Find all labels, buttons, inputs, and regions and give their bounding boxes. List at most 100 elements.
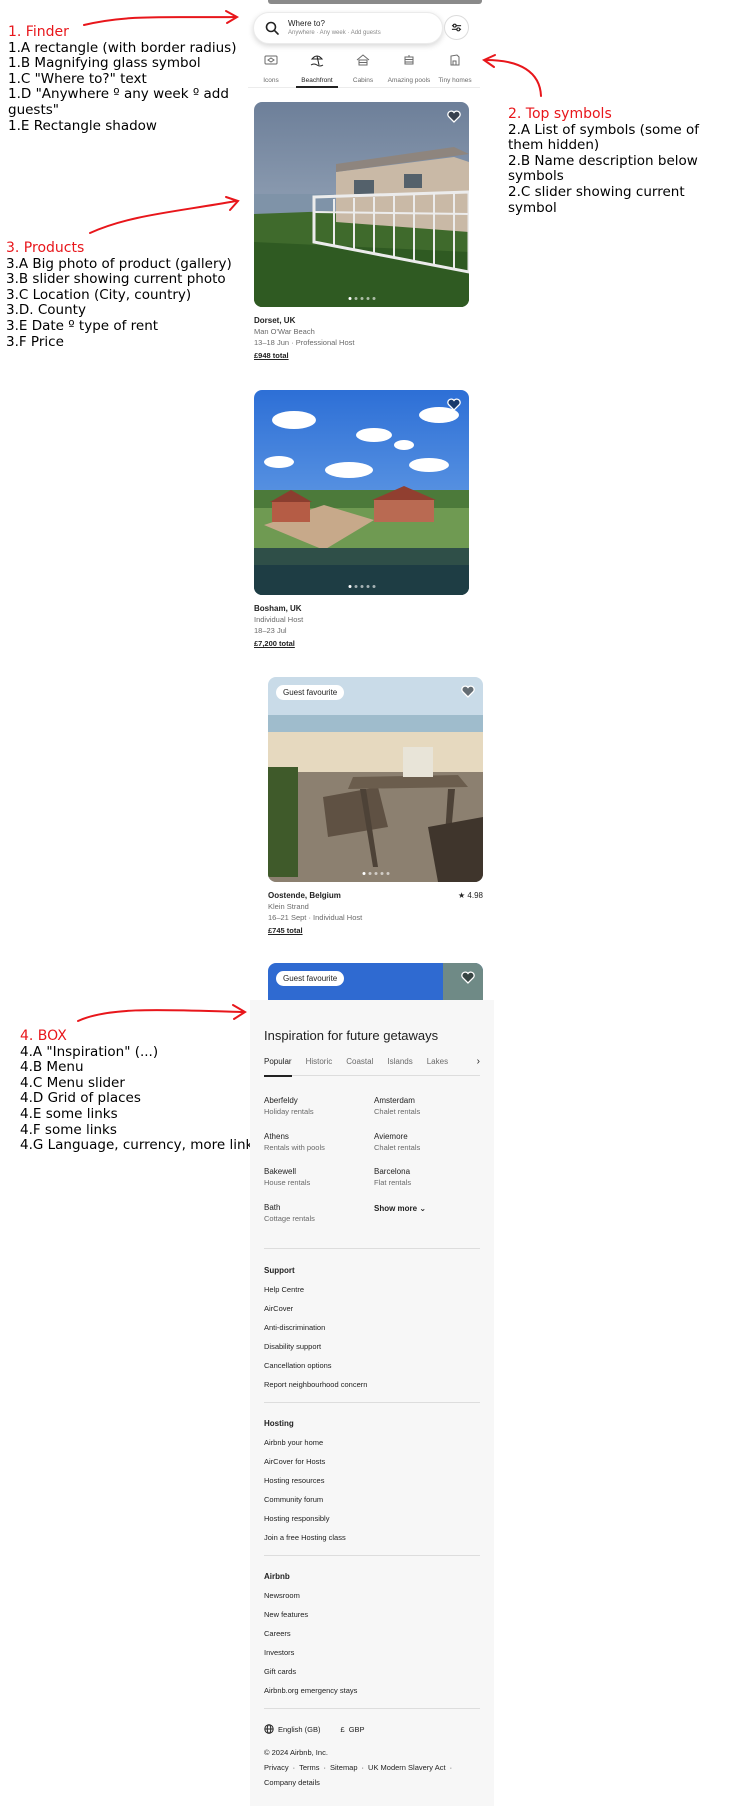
modern-slavery-link[interactable]: UK Modern Slavery Act bbox=[368, 1763, 446, 1772]
place-item[interactable]: Bakewell House rentals bbox=[264, 1167, 364, 1187]
listing-photo[interactable]: Guest favourite bbox=[268, 677, 483, 882]
tab-coastal[interactable]: Coastal bbox=[346, 1056, 373, 1076]
footer-link[interactable]: Gift cards bbox=[264, 1667, 296, 1676]
tab-lakes[interactable]: Lakes bbox=[427, 1056, 448, 1076]
company-details-link[interactable]: Company details bbox=[264, 1778, 320, 1787]
footer-link[interactable]: AirCover for Hosts bbox=[264, 1457, 325, 1466]
icons-icon bbox=[264, 55, 278, 65]
annotation-box: 4. BOX 4.A "Inspiration" (...) 4.B Menu … bbox=[20, 1028, 265, 1154]
footer-link[interactable]: Airbnb.org emergency stays bbox=[264, 1686, 357, 1695]
place-name: Amsterdam bbox=[374, 1096, 415, 1105]
footer-link[interactable]: Disability support bbox=[264, 1342, 321, 1351]
listing-photo[interactable] bbox=[254, 390, 469, 595]
place-item[interactable]: Barcelona Flat rentals bbox=[374, 1167, 474, 1187]
filters-button[interactable] bbox=[444, 15, 469, 40]
footer-link[interactable]: Join a free Hosting class bbox=[264, 1533, 346, 1542]
tab-historic[interactable]: Historic bbox=[306, 1056, 333, 1076]
annotation-item: 3.B slider showing current photo bbox=[6, 271, 226, 288]
search-bar[interactable]: Where to? Anywhere · Any week · Add gues… bbox=[253, 12, 443, 44]
footer-link[interactable]: Report neighbourhood concern bbox=[264, 1380, 367, 1389]
listing-price[interactable]: £7,200 total bbox=[254, 639, 469, 648]
listing-card[interactable]: Bosham, UK Individual Host 18–23 Jul £7,… bbox=[254, 390, 469, 648]
listing-dates: 13–18 Jun · Professional Host bbox=[254, 338, 355, 347]
arrow-symbols-head bbox=[481, 54, 496, 68]
listing-location: Dorset, UK bbox=[254, 316, 296, 325]
footer-link[interactable]: Community forum bbox=[264, 1495, 323, 1504]
heart-icon[interactable] bbox=[461, 685, 475, 698]
annotation-products: 3. Products 3.A Big photo of product (ga… bbox=[6, 240, 246, 350]
divider bbox=[264, 1402, 480, 1403]
place-item[interactable]: Bath Cottage rentals bbox=[264, 1203, 364, 1223]
footer-link[interactable]: Cancellation options bbox=[264, 1361, 332, 1370]
listing-price[interactable]: £745 total bbox=[268, 926, 483, 935]
privacy-link[interactable]: Privacy bbox=[264, 1763, 289, 1772]
footer-link[interactable]: Hosting resources bbox=[264, 1476, 324, 1485]
hosting-section: Hosting Airbnb your home AirCover for Ho… bbox=[264, 1419, 480, 1542]
listing-card[interactable]: Dorset, UK Man O'War Beach 13–18 Jun · P… bbox=[254, 102, 469, 360]
arrow-products-head bbox=[225, 196, 240, 211]
listing-photo[interactable] bbox=[254, 102, 469, 307]
place-type: Chalet rentals bbox=[374, 1143, 421, 1152]
footer-link[interactable]: Investors bbox=[264, 1648, 294, 1657]
place-type: Cottage rentals bbox=[264, 1214, 315, 1223]
category-tiny-homes[interactable]: Tiny homes bbox=[432, 50, 478, 87]
footer-link[interactable]: Help Centre bbox=[264, 1285, 304, 1294]
footer-link[interactable]: Newsroom bbox=[264, 1591, 300, 1600]
arrow-finder bbox=[83, 16, 236, 26]
footer-link[interactable]: AirCover bbox=[264, 1304, 293, 1313]
arrow-symbols bbox=[485, 59, 542, 97]
footer-link[interactable]: Airbnb your home bbox=[264, 1438, 323, 1447]
annotation-item: 4.E some links bbox=[20, 1105, 118, 1122]
listing-price[interactable]: £948 total bbox=[254, 351, 469, 360]
category-icons[interactable]: Icons bbox=[248, 50, 294, 87]
arrow-box-head bbox=[232, 1004, 247, 1020]
footer-link[interactable]: Anti-discrimination bbox=[264, 1323, 325, 1332]
place-name: Athens bbox=[264, 1132, 289, 1141]
listing-card[interactable]: Guest favourite bbox=[268, 963, 483, 1000]
place-type: Rentals with pools bbox=[264, 1143, 325, 1152]
listing-photo-image bbox=[254, 102, 469, 307]
inspiration-title: Inspiration for future getaways bbox=[264, 1028, 439, 1043]
listing-subtitle: Individual Host bbox=[254, 615, 304, 624]
place-type: House rentals bbox=[264, 1178, 311, 1187]
heart-icon[interactable] bbox=[461, 971, 475, 984]
chevron-right-icon[interactable]: › bbox=[477, 1056, 480, 1067]
hosting-title: Hosting bbox=[264, 1419, 294, 1428]
show-more-button[interactable]: Show more ⌄ bbox=[374, 1204, 426, 1213]
category-cabins[interactable]: Cabins bbox=[340, 50, 386, 87]
annotation-item: 1.E Rectangle shadow bbox=[8, 117, 157, 134]
footer-link[interactable]: Hosting responsibly bbox=[264, 1514, 329, 1523]
language-button[interactable]: English (GB) bbox=[278, 1725, 321, 1734]
tab-popular[interactable]: Popular bbox=[264, 1056, 292, 1077]
currency-button[interactable]: GBP bbox=[349, 1725, 365, 1734]
category-beachfront[interactable]: Beachfront bbox=[294, 50, 340, 88]
heart-icon[interactable] bbox=[447, 398, 461, 411]
sitemap-link[interactable]: Sitemap bbox=[330, 1763, 358, 1772]
heart-icon[interactable] bbox=[447, 110, 461, 123]
pool-icon bbox=[404, 55, 414, 65]
place-item[interactable]: Aviemore Chalet rentals bbox=[374, 1132, 474, 1152]
arrow-products bbox=[89, 200, 237, 234]
place-item[interactable]: Aberfeldy Holiday rentals bbox=[264, 1096, 364, 1116]
category-amazing-pools[interactable]: Amazing pools bbox=[386, 50, 432, 87]
place-item[interactable]: Athens Rentals with pools bbox=[264, 1132, 364, 1152]
place-name: Aberfeldy bbox=[264, 1096, 298, 1105]
terms-link[interactable]: Terms bbox=[299, 1763, 319, 1772]
place-type: Flat rentals bbox=[374, 1178, 412, 1187]
copyright: © 2024 Airbnb, Inc. bbox=[264, 1748, 328, 1757]
divider bbox=[264, 1248, 480, 1249]
place-item[interactable]: Amsterdam Chalet rentals bbox=[374, 1096, 474, 1116]
category-label: Beachfront bbox=[301, 77, 333, 84]
footer-link[interactable]: Careers bbox=[264, 1629, 291, 1638]
place-type: Holiday rentals bbox=[264, 1107, 314, 1116]
listing-card[interactable]: Guest favourite Oostende, Belgium ★ 4.98… bbox=[268, 677, 483, 935]
listing-rating: ★ 4.98 bbox=[458, 891, 483, 900]
footer-link[interactable]: New features bbox=[264, 1610, 308, 1619]
photo-slider bbox=[348, 297, 375, 300]
place-name: Aviemore bbox=[374, 1132, 408, 1141]
globe-icon bbox=[264, 1724, 274, 1734]
tab-islands[interactable]: Islands bbox=[387, 1056, 412, 1076]
annotation-item: 3.F Price bbox=[6, 333, 64, 350]
listing-photo[interactable]: Guest favourite bbox=[268, 963, 483, 1000]
language-currency-row: English (GB) £ GBP bbox=[264, 1724, 365, 1734]
